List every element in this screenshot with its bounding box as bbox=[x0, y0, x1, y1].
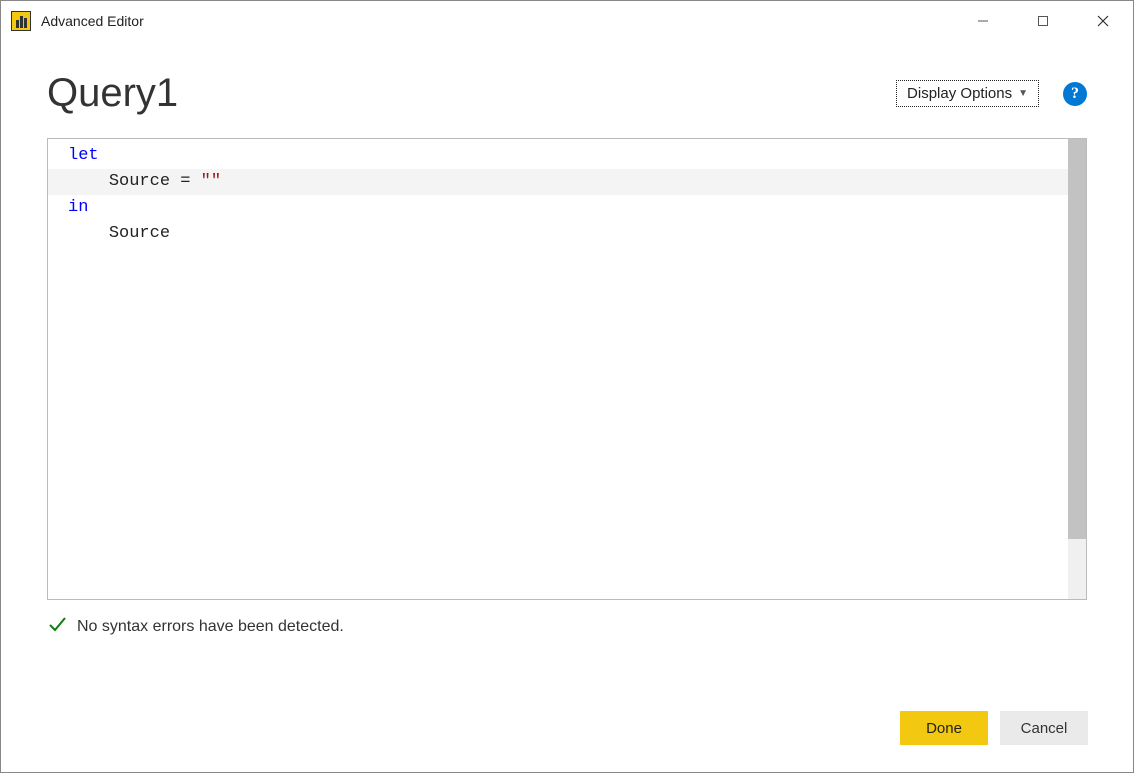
chevron-down-icon: ▼ bbox=[1018, 89, 1028, 99]
maximize-icon bbox=[1037, 15, 1049, 27]
minimize-icon bbox=[977, 15, 989, 27]
titlebar: Advanced Editor bbox=[1, 1, 1133, 41]
checkmark-icon bbox=[47, 614, 67, 639]
maximize-button[interactable] bbox=[1013, 1, 1073, 41]
header-right: Display Options ▼ ? bbox=[896, 80, 1087, 107]
header-row: Query1 Display Options ▼ ? bbox=[47, 71, 1087, 116]
close-button[interactable] bbox=[1073, 1, 1133, 41]
help-icon-symbol: ? bbox=[1071, 85, 1079, 103]
query-title: Query1 bbox=[47, 71, 178, 116]
status-message: No syntax errors have been detected. bbox=[77, 618, 344, 636]
dialog-buttons: Done Cancel bbox=[900, 711, 1088, 745]
app-icon bbox=[11, 11, 31, 31]
code-indent bbox=[68, 224, 109, 243]
window-controls bbox=[953, 1, 1133, 41]
code-string: "" bbox=[201, 172, 221, 191]
vertical-scrollbar[interactable] bbox=[1068, 139, 1086, 599]
code-area[interactable]: let Source = "" in Source bbox=[48, 139, 1068, 599]
code-keyword-let: let bbox=[68, 146, 99, 165]
minimize-button[interactable] bbox=[953, 1, 1013, 41]
code-current-line: Source = "" bbox=[48, 169, 1068, 195]
code-keyword-in: in bbox=[68, 198, 88, 217]
content-area: Query1 Display Options ▼ ? let Source = … bbox=[1, 41, 1133, 659]
display-options-dropdown[interactable]: Display Options ▼ bbox=[896, 80, 1039, 107]
display-options-label: Display Options bbox=[907, 85, 1012, 102]
window-title: Advanced Editor bbox=[41, 13, 144, 29]
done-button[interactable]: Done bbox=[900, 711, 988, 745]
scrollbar-thumb[interactable] bbox=[1068, 139, 1086, 539]
code-indent bbox=[68, 172, 109, 191]
help-button[interactable]: ? bbox=[1063, 82, 1087, 106]
status-row: No syntax errors have been detected. bbox=[47, 614, 1087, 639]
code-text: Source = bbox=[109, 172, 201, 191]
close-icon bbox=[1096, 14, 1110, 28]
cancel-button[interactable]: Cancel bbox=[1000, 711, 1088, 745]
code-text: Source bbox=[109, 224, 170, 243]
code-editor[interactable]: let Source = "" in Source bbox=[47, 138, 1087, 600]
